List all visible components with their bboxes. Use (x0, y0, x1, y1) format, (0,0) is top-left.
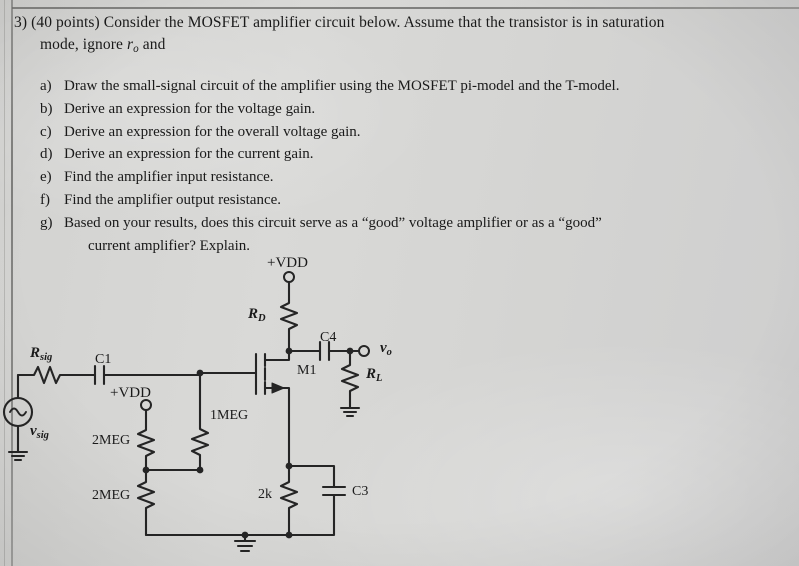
resistor-1meg (190, 371, 210, 472)
mosfet-drain-lead (263, 349, 291, 362)
wire-c1-to-gate (102, 371, 202, 377)
mosfet-source-lead (263, 386, 291, 468)
resistor-2meg-bottom (136, 468, 156, 537)
vdd-top-terminal (283, 271, 295, 283)
wire-source-to-c3 (287, 464, 336, 489)
wire-c3-to-ground-rail (287, 493, 336, 537)
vdd-bias-terminal (140, 399, 152, 411)
resistor-2meg-top (136, 425, 156, 472)
resistor-rsig (16, 365, 97, 385)
mosfet-source-arrow (271, 382, 285, 394)
resistor-rl (340, 349, 360, 410)
resistor-rs-2k (279, 464, 299, 537)
mosfet-amplifier-schematic (2, 271, 370, 553)
vo-output-terminal (358, 345, 370, 357)
ac-source-sine-glyph (9, 407, 27, 417)
resistor-rd (279, 298, 299, 353)
